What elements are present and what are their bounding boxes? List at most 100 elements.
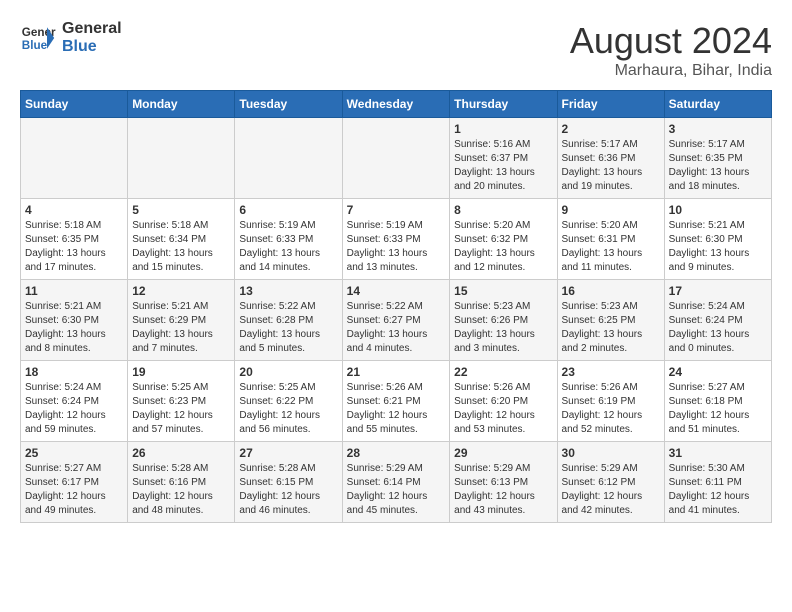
day-number: 30 <box>562 446 660 460</box>
day-info: Sunrise: 5:25 AMSunset: 6:23 PMDaylight:… <box>132 381 230 437</box>
day-info: Sunrise: 5:29 AMSunset: 6:14 PMDaylight:… <box>347 462 446 518</box>
day-number: 13 <box>239 284 337 298</box>
day-header-saturday: Saturday <box>664 91 771 118</box>
day-info: Sunrise: 5:19 AMSunset: 6:33 PMDaylight:… <box>347 219 446 275</box>
location: Marhaura, Bihar, India <box>570 62 772 80</box>
calendar-cell: 28 Sunrise: 5:29 AMSunset: 6:14 PMDayligh… <box>342 442 450 523</box>
day-number: 28 <box>347 446 446 460</box>
day-info: Sunrise: 5:28 AMSunset: 6:16 PMDaylight:… <box>132 462 230 518</box>
day-number: 10 <box>669 203 767 217</box>
day-number: 18 <box>25 365 123 379</box>
day-info: Sunrise: 5:27 AMSunset: 6:17 PMDaylight:… <box>25 462 123 518</box>
day-info: Sunrise: 5:24 AMSunset: 6:24 PMDaylight:… <box>25 381 123 437</box>
calendar-cell: 6Sunrise: 5:19 AMSunset: 6:33 PMDaylight… <box>235 199 342 280</box>
calendar-cell: 19 Sunrise: 5:25 AMSunset: 6:23 PMDayligh… <box>128 361 235 442</box>
day-info: Sunrise: 5:22 AMSunset: 6:28 PMDaylight:… <box>239 300 337 356</box>
day-info: Sunrise: 5:26 AMSunset: 6:21 PMDaylight:… <box>347 381 446 437</box>
header-row: SundayMondayTuesdayWednesdayThursdayFrid… <box>21 91 772 118</box>
day-number: 11 <box>25 284 123 298</box>
day-info: Sunrise: 5:24 AMSunset: 6:24 PMDaylight:… <box>669 300 767 356</box>
calendar-cell: 7 Sunrise: 5:19 AMSunset: 6:33 PMDaylight… <box>342 199 450 280</box>
day-header-tuesday: Tuesday <box>235 91 342 118</box>
day-number: 24 <box>669 365 767 379</box>
day-number: 26 <box>132 446 230 460</box>
calendar-cell <box>21 118 128 199</box>
day-info: Sunrise: 5:20 AMSunset: 6:31 PMDaylight:… <box>562 219 660 275</box>
day-info: Sunrise: 5:18 AMSunset: 6:35 PMDaylight:… <box>25 219 123 275</box>
calendar-cell: 31Sunrise: 5:30 AMSunset: 6:11 PMDayligh… <box>664 442 771 523</box>
calendar-cell: 10 Sunrise: 5:21 AMSunset: 6:30 PMDayligh… <box>664 199 771 280</box>
day-info: Sunrise: 5:23 AMSunset: 6:25 PMDaylight:… <box>562 300 660 356</box>
calendar-cell <box>342 118 450 199</box>
day-info: Sunrise: 5:27 AMSunset: 6:18 PMDaylight:… <box>669 381 767 437</box>
day-number: 5 <box>132 203 230 217</box>
calendar-cell: 9 Sunrise: 5:20 AMSunset: 6:31 PMDaylight… <box>557 199 664 280</box>
calendar-cell <box>235 118 342 199</box>
page-header: General Blue General Blue August 2024 Ma… <box>20 20 772 80</box>
day-header-monday: Monday <box>128 91 235 118</box>
day-header-friday: Friday <box>557 91 664 118</box>
calendar-cell: 22Sunrise: 5:26 AMSunset: 6:20 PMDayligh… <box>450 361 557 442</box>
calendar-cell: 1Sunrise: 5:16 AMSunset: 6:37 PMDaylight… <box>450 118 557 199</box>
day-header-sunday: Sunday <box>21 91 128 118</box>
day-number: 21 <box>347 365 446 379</box>
day-number: 14 <box>347 284 446 298</box>
calendar-cell: 21 Sunrise: 5:26 AMSunset: 6:21 PMDayligh… <box>342 361 450 442</box>
calendar-cell: 14 Sunrise: 5:22 AMSunset: 6:27 PMDayligh… <box>342 280 450 361</box>
day-number: 12 <box>132 284 230 298</box>
day-number: 4 <box>25 203 123 217</box>
day-number: 17 <box>669 284 767 298</box>
day-info: Sunrise: 5:19 AMSunset: 6:33 PMDaylight:… <box>239 219 337 275</box>
logo: General Blue General Blue <box>20 20 122 56</box>
day-number: 7 <box>347 203 446 217</box>
month-title: August 2024 <box>570 20 772 62</box>
day-number: 19 <box>132 365 230 379</box>
day-info: Sunrise: 5:30 AMSunset: 6:11 PMDaylight:… <box>669 462 767 518</box>
day-info: Sunrise: 5:22 AMSunset: 6:27 PMDaylight:… <box>347 300 446 356</box>
svg-text:Blue: Blue <box>22 39 48 52</box>
week-row-1: 1Sunrise: 5:16 AMSunset: 6:37 PMDaylight… <box>21 118 772 199</box>
week-row-2: 4 Sunrise: 5:18 AMSunset: 6:35 PMDaylight… <box>21 199 772 280</box>
calendar-cell: 11 Sunrise: 5:21 AMSunset: 6:30 PMDayligh… <box>21 280 128 361</box>
day-number: 2 <box>562 122 660 136</box>
day-number: 29 <box>454 446 552 460</box>
title-area: August 2024 Marhaura, Bihar, India <box>570 20 772 80</box>
calendar-cell: 3 Sunrise: 5:17 AMSunset: 6:35 PMDaylight… <box>664 118 771 199</box>
day-number: 23 <box>562 365 660 379</box>
day-number: 9 <box>562 203 660 217</box>
logo-line1: General <box>62 20 122 38</box>
day-info: Sunrise: 5:21 AMSunset: 6:29 PMDaylight:… <box>132 300 230 356</box>
day-info: Sunrise: 5:26 AMSunset: 6:19 PMDaylight:… <box>562 381 660 437</box>
calendar-cell: 26 Sunrise: 5:28 AMSunset: 6:16 PMDayligh… <box>128 442 235 523</box>
day-info: Sunrise: 5:17 AMSunset: 6:35 PMDaylight:… <box>669 138 767 194</box>
day-number: 25 <box>25 446 123 460</box>
calendar-cell: 16 Sunrise: 5:23 AMSunset: 6:25 PMDayligh… <box>557 280 664 361</box>
calendar-cell: 27 Sunrise: 5:28 AMSunset: 6:15 PMDayligh… <box>235 442 342 523</box>
calendar-cell: 25 Sunrise: 5:27 AMSunset: 6:17 PMDayligh… <box>21 442 128 523</box>
calendar-cell: 30 Sunrise: 5:29 AMSunset: 6:12 PMDayligh… <box>557 442 664 523</box>
calendar-cell: 2Sunrise: 5:17 AMSunset: 6:36 PMDaylight… <box>557 118 664 199</box>
calendar-cell: 23 Sunrise: 5:26 AMSunset: 6:19 PMDayligh… <box>557 361 664 442</box>
day-info: Sunrise: 5:21 AMSunset: 6:30 PMDaylight:… <box>669 219 767 275</box>
day-number: 3 <box>669 122 767 136</box>
day-info: Sunrise: 5:29 AMSunset: 6:12 PMDaylight:… <box>562 462 660 518</box>
day-info: Sunrise: 5:25 AMSunset: 6:22 PMDaylight:… <box>239 381 337 437</box>
day-info: Sunrise: 5:18 AMSunset: 6:34 PMDaylight:… <box>132 219 230 275</box>
day-number: 16 <box>562 284 660 298</box>
calendar-cell <box>128 118 235 199</box>
day-info: Sunrise: 5:26 AMSunset: 6:20 PMDaylight:… <box>454 381 552 437</box>
day-info: Sunrise: 5:28 AMSunset: 6:15 PMDaylight:… <box>239 462 337 518</box>
calendar-cell: 12 Sunrise: 5:21 AMSunset: 6:29 PMDayligh… <box>128 280 235 361</box>
day-info: Sunrise: 5:29 AMSunset: 6:13 PMDaylight:… <box>454 462 552 518</box>
day-number: 27 <box>239 446 337 460</box>
day-info: Sunrise: 5:16 AMSunset: 6:37 PMDaylight:… <box>454 138 552 194</box>
day-info: Sunrise: 5:23 AMSunset: 6:26 PMDaylight:… <box>454 300 552 356</box>
calendar-cell: 15Sunrise: 5:23 AMSunset: 6:26 PMDayligh… <box>450 280 557 361</box>
day-info: Sunrise: 5:21 AMSunset: 6:30 PMDaylight:… <box>25 300 123 356</box>
week-row-3: 11 Sunrise: 5:21 AMSunset: 6:30 PMDayligh… <box>21 280 772 361</box>
calendar-cell: 18 Sunrise: 5:24 AMSunset: 6:24 PMDayligh… <box>21 361 128 442</box>
calendar-cell: 4 Sunrise: 5:18 AMSunset: 6:35 PMDaylight… <box>21 199 128 280</box>
calendar-cell: 13 Sunrise: 5:22 AMSunset: 6:28 PMDayligh… <box>235 280 342 361</box>
week-row-5: 25 Sunrise: 5:27 AMSunset: 6:17 PMDayligh… <box>21 442 772 523</box>
day-number: 20 <box>239 365 337 379</box>
